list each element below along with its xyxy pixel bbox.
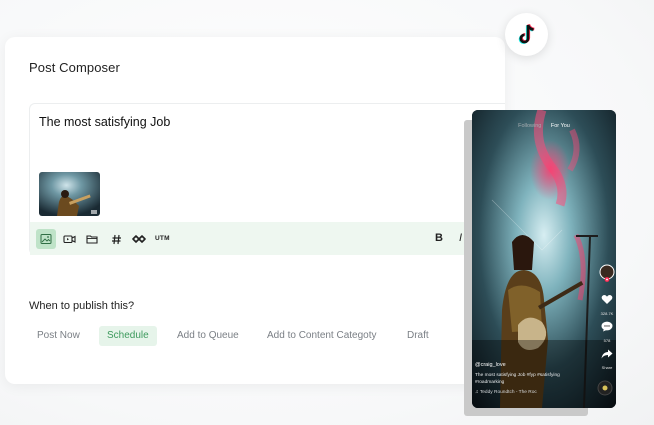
like-button[interactable]: 328.7K — [599, 292, 615, 316]
post-composer-card: Post Composer The most satisfying Job UT… — [5, 37, 506, 384]
tab-for-you[interactable]: For You — [551, 123, 570, 129]
post-now-option[interactable]: Post Now — [29, 326, 88, 346]
comment-count: 578 — [603, 338, 611, 343]
share-button[interactable]: Share — [599, 346, 615, 370]
bold-button[interactable]: B — [435, 232, 443, 244]
comment-button[interactable]: 578 — [599, 319, 615, 343]
music-disc-icon[interactable] — [597, 380, 613, 401]
schedule-option[interactable]: Schedule — [99, 326, 157, 346]
post-editor[interactable]: The most satisfying Job UTM B I — [29, 103, 506, 255]
hashtag-icon[interactable] — [106, 229, 126, 249]
music-title: Teddy Roundtch - The Roc — [479, 390, 537, 395]
page-title: Post Composer — [29, 60, 120, 75]
like-count: 328.7K — [600, 311, 614, 316]
link-icon[interactable] — [129, 229, 149, 249]
music-track: ♫ Teddy Roundtch - The Roc — [475, 390, 537, 395]
share-label: Share — [601, 365, 613, 370]
feed-tabs: Following For You — [472, 123, 616, 129]
folder-icon[interactable] — [82, 229, 102, 249]
italic-button[interactable]: I — [459, 232, 462, 244]
post-text-input[interactable]: The most satisfying Job — [39, 115, 170, 129]
video-icon[interactable] — [59, 229, 79, 249]
image-icon[interactable] — [36, 229, 56, 249]
add-to-content-category-option[interactable]: Add to Content Categoty — [259, 326, 385, 346]
utm-button[interactable]: UTM — [155, 235, 170, 242]
avatar[interactable] — [599, 264, 615, 287]
tiktok-preview: Following For You 328.7K 578 Share @crai… — [472, 110, 616, 408]
media-thumbnail[interactable] — [39, 172, 100, 216]
publish-timing-label: When to publish this? — [29, 300, 135, 312]
video-caption: The most satisfying Job #fyp #satisfying… — [475, 373, 560, 385]
editor-toolbar: UTM B I — [30, 222, 506, 255]
tab-following[interactable]: Following — [518, 123, 541, 129]
add-to-queue-option[interactable]: Add to Queue — [169, 326, 247, 346]
username[interactable]: @craig_love — [475, 362, 506, 368]
draft-option[interactable]: Draft — [399, 326, 437, 346]
tiktok-icon — [505, 13, 548, 56]
